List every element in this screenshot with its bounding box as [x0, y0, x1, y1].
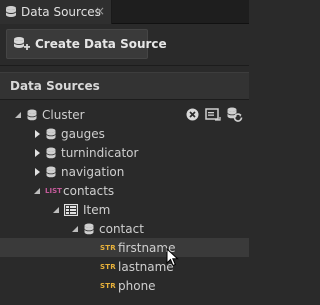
tree-label-item: Item	[83, 202, 111, 217]
tree-row-contacts[interactable]: LIST contacts	[0, 181, 249, 200]
database-icon	[84, 223, 94, 235]
string-type-icon: STR	[100, 262, 116, 271]
tab-close-icon[interactable]: ×	[93, 4, 107, 18]
tree-label-turnindicator: turnindicator	[61, 145, 139, 160]
tree-label-cluster: Cluster	[42, 107, 85, 122]
expanded-arrow-icon[interactable]	[32, 186, 42, 196]
database-icon	[46, 166, 56, 178]
panel-title: Data Sources	[10, 79, 100, 93]
database-add-icon	[13, 36, 31, 52]
tree-row-cluster[interactable]: Cluster	[0, 105, 249, 124]
tree-label-contact: contact	[99, 221, 144, 236]
expanded-arrow-icon[interactable]	[51, 205, 61, 215]
tree-label-gauges: gauges	[61, 126, 105, 141]
create-data-source-label: Create Data Source	[35, 37, 167, 51]
tab-bar: Data Sources ×	[0, 0, 249, 24]
tree-row-firstname[interactable]: STR firstname	[0, 238, 249, 257]
database-stack-icon	[5, 5, 17, 19]
collapsed-arrow-icon[interactable]	[32, 148, 42, 158]
tab-title: Data Sources	[21, 5, 101, 19]
mouse-pointer-icon	[166, 247, 180, 271]
string-type-icon: STR	[100, 243, 116, 252]
expanded-arrow-icon[interactable]	[70, 224, 80, 234]
tree-row-phone[interactable]: STR phone	[0, 276, 249, 295]
tree-row-navigation[interactable]: navigation	[0, 162, 249, 181]
tree-row-contact[interactable]: contact	[0, 219, 249, 238]
tree-row-turnindicator[interactable]: turnindicator	[0, 143, 249, 162]
data-source-tree: Cluster gauges turnindicator navigation …	[0, 104, 249, 305]
panel-header: Data Sources	[0, 72, 249, 100]
list-type-icon: LIST	[45, 186, 62, 195]
tree-row-item[interactable]: Item	[0, 200, 249, 219]
collapsed-arrow-icon[interactable]	[32, 167, 42, 177]
toolbar: Create Data Source	[0, 24, 249, 66]
expanded-arrow-icon[interactable]	[13, 110, 23, 120]
refresh-database-icon[interactable]	[227, 107, 243, 122]
record-item-icon	[64, 203, 78, 216]
tree-row-lastname[interactable]: STR lastname	[0, 257, 249, 276]
edit-source-icon[interactable]	[205, 107, 221, 122]
remove-icon[interactable]	[186, 108, 199, 121]
database-icon	[27, 109, 37, 121]
database-icon	[46, 128, 56, 140]
tree-label-navigation: navigation	[61, 164, 125, 179]
tree-label-contacts: contacts	[63, 183, 115, 198]
tree-label-phone: phone	[118, 278, 156, 293]
collapsed-arrow-icon[interactable]	[32, 129, 42, 139]
tree-row-gauges[interactable]: gauges	[0, 124, 249, 143]
database-icon	[46, 147, 56, 159]
string-type-icon: STR	[100, 281, 116, 290]
tab-data-sources[interactable]: Data Sources ×	[0, 0, 112, 24]
cluster-actions	[186, 105, 243, 124]
create-data-source-button[interactable]: Create Data Source	[6, 29, 167, 59]
